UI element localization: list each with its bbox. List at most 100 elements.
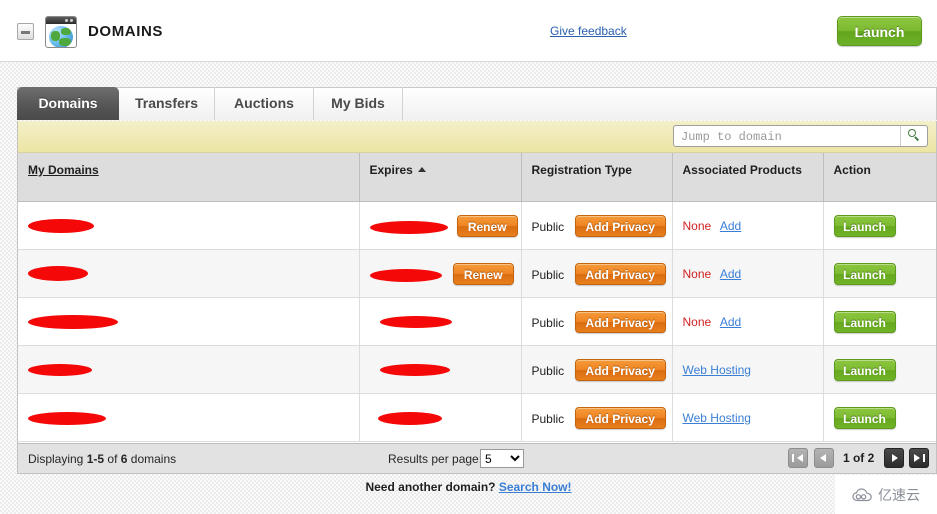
- last-page-icon: [914, 454, 920, 462]
- launch-button[interactable]: Launch: [834, 311, 896, 333]
- cell-associated-products: Web Hosting: [672, 346, 823, 394]
- minus-icon: [21, 31, 30, 34]
- column-header-my-domains[interactable]: My Domains: [18, 153, 359, 202]
- column-header-associated-products[interactable]: Associated Products: [672, 153, 823, 202]
- tab-domains[interactable]: Domains: [17, 87, 119, 120]
- redacted-expiry-date: [370, 269, 442, 282]
- launch-button[interactable]: Launch: [834, 407, 896, 429]
- column-header-my-domains-label[interactable]: My Domains: [28, 163, 99, 177]
- registration-type-label: Public: [532, 220, 565, 234]
- add-privacy-button[interactable]: Add Privacy: [575, 215, 666, 237]
- cell-action: Launch: [823, 250, 936, 298]
- launch-button[interactable]: Launch: [834, 263, 896, 285]
- tab-my-bids[interactable]: My Bids: [314, 87, 403, 120]
- redacted-domain-name: [28, 364, 92, 376]
- renew-button[interactable]: Renew: [453, 263, 514, 285]
- cloud-icon: [852, 488, 874, 502]
- registration-type-label: Public: [532, 316, 565, 330]
- need-another-domain-text: Need another domain? Search Now!: [365, 480, 571, 494]
- top-header-bar: DOMAINS Give feedback Launch: [0, 0, 937, 62]
- associated-products-none: None: [683, 219, 712, 233]
- renew-button[interactable]: Renew: [457, 215, 518, 237]
- cell-registration-type: Public Add Privacy: [521, 250, 672, 298]
- search-now-link[interactable]: Search Now!: [499, 480, 572, 494]
- search-button[interactable]: [900, 126, 927, 146]
- cell-registration-type: Public Add Privacy: [521, 202, 672, 250]
- cell-domain-name: [18, 346, 359, 394]
- add-privacy-button[interactable]: Add Privacy: [575, 359, 666, 381]
- cell-expires: [359, 394, 521, 442]
- column-header-registration-type[interactable]: Registration Type: [521, 153, 672, 202]
- column-header-associated-products-label: Associated Products: [683, 163, 802, 177]
- sort-ascending-icon: [418, 167, 426, 172]
- cell-domain-name: [18, 202, 359, 250]
- table-footer: Displaying 1-5 of 6 domains Results per …: [18, 443, 936, 473]
- cell-registration-type: Public Add Privacy: [521, 394, 672, 442]
- previous-page-icon: [820, 454, 826, 462]
- add-privacy-button[interactable]: Add Privacy: [575, 263, 666, 285]
- results-per-page-select[interactable]: 5: [480, 449, 524, 468]
- displaying-mid: of: [107, 452, 117, 466]
- cell-action: Launch: [823, 202, 936, 250]
- first-page-icon: [792, 454, 794, 462]
- tab-auctions[interactable]: Auctions: [215, 87, 314, 120]
- search-strip: [18, 121, 936, 153]
- first-page-button[interactable]: [788, 448, 808, 468]
- registration-type-label: Public: [532, 364, 565, 378]
- associated-products-none: None: [683, 267, 712, 281]
- cell-action: Launch: [823, 346, 936, 394]
- table-row: Renew Public Add Privacy None Add Launch: [18, 202, 936, 250]
- launch-button[interactable]: Launch: [834, 215, 896, 237]
- displaying-suffix: domains: [131, 452, 176, 466]
- cell-action: Launch: [823, 394, 936, 442]
- globe-browser-icon: [45, 16, 77, 48]
- column-header-expires[interactable]: Expires: [359, 153, 521, 202]
- cell-expires: Renew: [359, 250, 521, 298]
- collapse-panel-button[interactable]: [17, 23, 34, 40]
- displaying-prefix: Displaying: [28, 452, 83, 466]
- column-header-action-label: Action: [834, 163, 871, 177]
- next-page-button[interactable]: [884, 448, 904, 468]
- jump-to-domain-search-box[interactable]: [673, 125, 928, 147]
- registration-type-label: Public: [532, 268, 565, 282]
- displaying-status: Displaying 1-5 of 6 domains: [28, 452, 176, 466]
- redacted-domain-name: [28, 219, 94, 233]
- last-page-button[interactable]: [909, 448, 929, 468]
- cell-action: Launch: [823, 298, 936, 346]
- page-title: DOMAINS: [88, 23, 163, 40]
- watermark-text: 亿速云: [878, 485, 920, 505]
- column-header-expires-label: Expires: [370, 163, 413, 177]
- add-product-link[interactable]: Add: [720, 267, 741, 281]
- launch-button[interactable]: Launch: [834, 359, 896, 381]
- next-page-icon: [892, 454, 898, 462]
- page-indicator: 1 of 2: [843, 451, 874, 465]
- search-input[interactable]: [679, 126, 895, 148]
- pagination-controls: 1 of 2: [787, 448, 930, 470]
- redacted-expiry-date: [378, 412, 442, 425]
- add-privacy-button[interactable]: Add Privacy: [575, 311, 666, 333]
- tab-transfers[interactable]: Transfers: [119, 87, 215, 120]
- add-privacy-button[interactable]: Add Privacy: [575, 407, 666, 429]
- add-product-link[interactable]: Add: [720, 219, 741, 233]
- table-header-row: My Domains Expires Registration Type Ass…: [18, 153, 936, 202]
- web-hosting-link[interactable]: Web Hosting: [683, 363, 751, 377]
- previous-page-button[interactable]: [814, 448, 834, 468]
- cell-associated-products: None Add: [672, 298, 823, 346]
- cell-registration-type: Public Add Privacy: [521, 346, 672, 394]
- web-hosting-link[interactable]: Web Hosting: [683, 411, 751, 425]
- redacted-domain-name: [28, 315, 118, 329]
- table-row: Renew Public Add Privacy None Add Launch: [18, 250, 936, 298]
- add-product-link[interactable]: Add: [720, 315, 741, 329]
- column-header-action: Action: [823, 153, 936, 202]
- redacted-expiry-date: [380, 364, 450, 376]
- header-launch-button[interactable]: Launch: [837, 16, 922, 46]
- cell-registration-type: Public Add Privacy: [521, 298, 672, 346]
- give-feedback-link[interactable]: Give feedback: [550, 24, 627, 38]
- table-row: Public Add Privacy Web Hosting Launch: [18, 394, 936, 442]
- watermark: 亿速云: [835, 475, 937, 514]
- domains-table: My Domains Expires Registration Type Ass…: [18, 153, 936, 442]
- cell-expires: [359, 346, 521, 394]
- associated-products-none: None: [683, 315, 712, 329]
- need-another-domain-label: Need another domain?: [365, 480, 495, 494]
- cell-domain-name: [18, 250, 359, 298]
